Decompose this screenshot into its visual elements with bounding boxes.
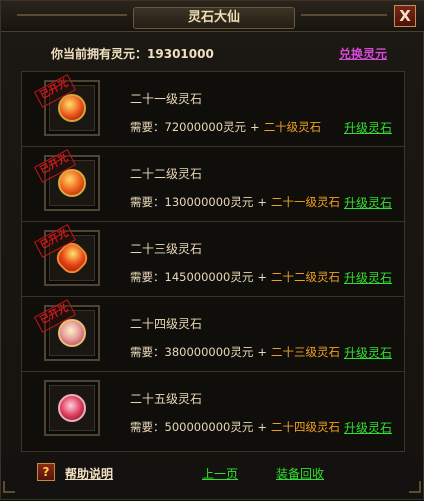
upgrade-button[interactable]: 升级灵石 — [344, 119, 392, 136]
list-item: 已开光 二十一级灵石 需要：72000000灵元 + 二十级灵石 升级灵石 — [22, 72, 404, 147]
ruby-flower-icon — [58, 394, 86, 422]
plus-sign: + — [257, 270, 267, 284]
upgrade-button[interactable]: 升级灵石 — [344, 269, 392, 286]
frame-corner — [409, 481, 421, 493]
item-name: 二十一级灵石 — [130, 92, 203, 106]
item-name: 二十二级灵石 — [130, 167, 203, 181]
req-gem: 二十一级灵石 — [271, 195, 340, 209]
equipment-recycle-link[interactable]: 装备回收 — [276, 465, 324, 482]
plus-sign: + — [257, 420, 267, 434]
req-label: 需要： — [130, 270, 165, 284]
req-amount: 72000000灵元 — [164, 120, 247, 134]
title-bar: 灵石大仙 X — [1, 1, 424, 32]
item-name: 二十四级灵石 — [130, 317, 203, 331]
plus-sign: + — [257, 195, 267, 209]
exchange-lingyuan-link[interactable]: 兑换灵元 — [339, 45, 387, 62]
upgrade-button[interactable]: 升级灵石 — [344, 344, 392, 361]
plus-sign: + — [257, 345, 267, 359]
req-label: 需要： — [130, 195, 165, 209]
lingshi-window: 灵石大仙 X 你当前拥有灵元：19301000 兑换灵元 已开光 二十一级灵石 … — [0, 0, 424, 500]
req-gem: 二十二级灵石 — [271, 270, 340, 284]
list-item: 二十五级灵石 需要：500000000灵元 + 二十四级灵石 升级灵石 — [22, 372, 404, 447]
title-ornament-left — [17, 14, 127, 16]
list-item: 已开光 二十四级灵石 需要：380000000灵元 + 二十三级灵石 升级灵石 — [22, 297, 404, 372]
req-label: 需要： — [130, 120, 165, 134]
item-name: 二十五级灵石 — [130, 392, 203, 406]
prev-page-link[interactable]: 上一页 — [202, 465, 238, 482]
lingshi-list: 已开光 二十一级灵石 需要：72000000灵元 + 二十级灵石 升级灵石 已开光 … — [21, 71, 405, 452]
upgrade-button[interactable]: 升级灵石 — [344, 419, 392, 436]
list-item: 已开光 二十二级灵石 需要：130000000灵元 + 二十一级灵石 升级灵石 — [22, 147, 404, 222]
requirement: 需要：72000000灵元 + 二十级灵石 — [130, 119, 321, 135]
item-slot[interactable] — [44, 380, 100, 436]
window-title: 灵石大仙 — [133, 7, 295, 29]
req-amount: 380000000灵元 — [164, 345, 254, 359]
requirement: 需要：145000000灵元 + 二十二级灵石 — [130, 269, 340, 285]
req-amount: 145000000灵元 — [164, 270, 254, 284]
footer-bar: ? 帮助说明 上一页 装备回收 — [1, 457, 424, 501]
list-item: 已开光 二十三级灵石 需要：145000000灵元 + 二十二级灵石 升级灵石 — [22, 222, 404, 297]
item-name: 二十三级灵石 — [130, 242, 203, 256]
owned-value: 19301000 — [147, 47, 214, 61]
plus-sign: + — [250, 120, 260, 134]
fire-gem-icon — [58, 94, 86, 122]
pearl-gem-icon — [58, 319, 86, 347]
req-amount: 500000000灵元 — [164, 420, 254, 434]
req-amount: 130000000灵元 — [164, 195, 254, 209]
req-gem: 二十四级灵石 — [271, 420, 340, 434]
close-button[interactable]: X — [394, 5, 416, 27]
req-label: 需要： — [130, 345, 165, 359]
frame-corner — [3, 481, 15, 493]
help-link[interactable]: 帮助说明 — [65, 465, 113, 482]
requirement: 需要：500000000灵元 + 二十四级灵石 — [130, 419, 340, 435]
owned-label: 你当前拥有灵元： — [51, 47, 148, 61]
req-gem: 二十三级灵石 — [271, 345, 340, 359]
flame-orb-icon — [58, 169, 86, 197]
requirement: 需要：380000000灵元 + 二十三级灵石 — [130, 344, 340, 360]
requirement: 需要：130000000灵元 + 二十一级灵石 — [130, 194, 340, 210]
req-gem: 二十级灵石 — [263, 120, 322, 134]
upgrade-button[interactable]: 升级灵石 — [344, 194, 392, 211]
help-icon[interactable]: ? — [37, 463, 55, 481]
req-label: 需要： — [130, 420, 165, 434]
title-ornament-right — [301, 14, 387, 16]
owned-lingyuan: 你当前拥有灵元：19301000 — [51, 45, 214, 62]
